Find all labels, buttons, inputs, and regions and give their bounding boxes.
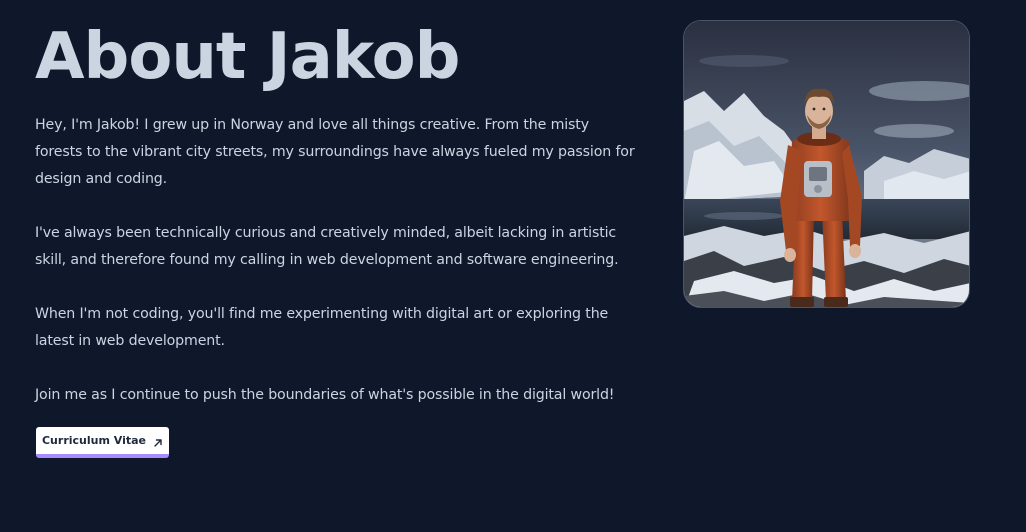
bio-paragraph: Join me as I continue to push the bounda…	[35, 387, 615, 403]
bio-paragraph: When I'm not coding, you'll find me expe…	[35, 306, 609, 349]
page-title: About Jakob	[35, 20, 460, 94]
arrow-up-right-icon	[153, 436, 163, 447]
bio-paragraph: Hey, I'm Jakob! I grew up in Norway and …	[35, 117, 635, 187]
portrait-image	[683, 20, 970, 308]
bio-paragraph: I've always been technically curious and…	[35, 225, 619, 268]
bio-section: Hey, I'm Jakob! I grew up in Norway and …	[35, 112, 635, 436]
cv-button-label: Curriculum Vitae	[41, 434, 146, 447]
curriculum-vitae-button[interactable]: Curriculum Vitae	[36, 427, 169, 458]
